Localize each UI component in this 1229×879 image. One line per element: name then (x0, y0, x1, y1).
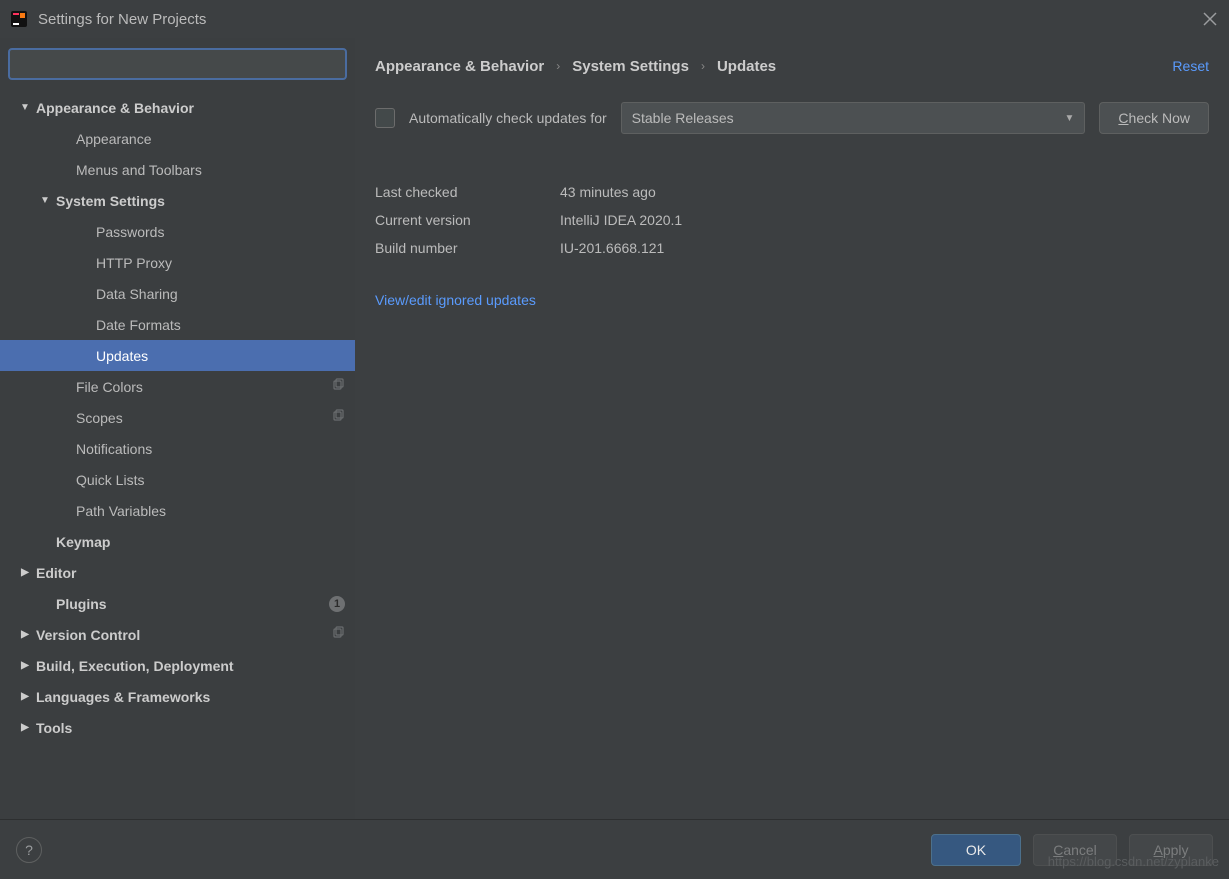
tree-item-file-colors[interactable]: File Colors (0, 371, 355, 402)
content-pane: Appearance & Behavior › System Settings … (355, 38, 1229, 819)
tree-item-label: Quick Lists (76, 472, 345, 488)
chevron-right-icon: › (701, 59, 705, 73)
help-button[interactable]: ? (16, 837, 42, 863)
tree-item-label: Menus and Toolbars (76, 162, 345, 178)
tree-item-label: Appearance & Behavior (36, 100, 345, 116)
tree-item-quick-lists[interactable]: Quick Lists (0, 464, 355, 495)
chevron-right-icon: ▶ (18, 660, 32, 671)
dialog-footer: ? OK Cancel Apply (0, 819, 1229, 879)
close-icon[interactable] (1201, 10, 1219, 28)
update-channel-select[interactable]: Stable Releases ▼ (621, 102, 1086, 134)
tree-item-label: Languages & Frameworks (36, 689, 345, 705)
tree-item-label: Tools (36, 720, 345, 736)
chevron-down-icon: ▼ (18, 102, 32, 113)
tree-item-build-execution-deployment[interactable]: ▶ Build, Execution, Deployment (0, 650, 355, 681)
tree-item-label: Editor (36, 565, 345, 581)
project-scope-icon (331, 378, 345, 395)
info-row: Last checked 43 minutes ago (375, 178, 1209, 206)
project-scope-icon (331, 626, 345, 643)
auto-check-label: Automatically check updates for (409, 110, 607, 126)
tree-item-label: Appearance (76, 131, 345, 147)
tree-item-menus-and-toolbars[interactable]: Menus and Toolbars (0, 154, 355, 185)
info-label: Last checked (375, 184, 560, 200)
tree-item-label: System Settings (56, 193, 345, 209)
tree-item-scopes[interactable]: Scopes (0, 402, 355, 433)
sidebar: ▾ ▼ Appearance & Behavior Appearance Menus … (0, 38, 355, 819)
tree-item-label: Date Formats (96, 317, 345, 333)
tree-item-languages-frameworks[interactable]: ▶ Languages & Frameworks (0, 681, 355, 712)
tree-item-label: Scopes (76, 410, 331, 426)
settings-tree: ▼ Appearance & Behavior Appearance Menus an… (0, 88, 355, 819)
chevron-right-icon: › (556, 59, 560, 73)
tree-item-label: Keymap (56, 534, 345, 550)
tree-item-plugins[interactable]: Plugins1 (0, 588, 355, 619)
titlebar: Settings for New Projects (0, 0, 1229, 38)
chevron-down-icon: ▼ (1065, 113, 1075, 124)
auto-check-checkbox[interactable] (375, 108, 395, 128)
apply-button[interactable]: Apply (1129, 834, 1213, 866)
window-title: Settings for New Projects (38, 11, 1201, 28)
tree-item-label: Version Control (36, 627, 331, 643)
ignored-updates-link[interactable]: View/edit ignored updates (375, 292, 1209, 308)
check-now-button[interactable]: Check Now (1099, 102, 1209, 134)
tree-item-label: Updates (96, 348, 345, 364)
tree-item-system-settings[interactable]: ▼ System Settings (0, 185, 355, 216)
tree-item-appearance[interactable]: Appearance (0, 123, 355, 154)
info-value: IU-201.6668.121 (560, 240, 664, 256)
tree-item-path-variables[interactable]: Path Variables (0, 495, 355, 526)
tree-item-label: Passwords (96, 224, 345, 240)
breadcrumb-item: Updates (717, 58, 776, 75)
chevron-right-icon: ▶ (18, 691, 32, 702)
breadcrumb-item[interactable]: Appearance & Behavior (375, 58, 544, 75)
update-count-badge: 1 (329, 596, 345, 612)
app-logo-icon (10, 10, 28, 28)
update-info-table: Last checked 43 minutes ago Current vers… (375, 178, 1209, 262)
tree-item-label: HTTP Proxy (96, 255, 345, 271)
info-row: Current version IntelliJ IDEA 2020.1 (375, 206, 1209, 234)
info-label: Current version (375, 212, 560, 228)
breadcrumb-item[interactable]: System Settings (572, 58, 689, 75)
tree-item-date-formats[interactable]: Date Formats (0, 309, 355, 340)
cancel-button[interactable]: Cancel (1033, 834, 1117, 866)
chevron-right-icon: ▶ (18, 629, 32, 640)
tree-item-label: Notifications (76, 441, 345, 457)
tree-item-label: File Colors (76, 379, 331, 395)
tree-item-editor[interactable]: ▶ Editor (0, 557, 355, 588)
tree-item-label: Path Variables (76, 503, 345, 519)
tree-item-version-control[interactable]: ▶ Version Control (0, 619, 355, 650)
reset-link[interactable]: Reset (1172, 58, 1209, 74)
question-icon: ? (25, 842, 33, 858)
info-label: Build number (375, 240, 560, 256)
tree-item-label: Plugins (56, 596, 329, 612)
tree-item-updates[interactable]: Updates (0, 340, 355, 371)
tree-item-appearance-behavior[interactable]: ▼ Appearance & Behavior (0, 92, 355, 123)
project-scope-icon (331, 409, 345, 426)
tree-item-keymap[interactable]: Keymap (0, 526, 355, 557)
tree-item-notifications[interactable]: Notifications (0, 433, 355, 464)
info-value: IntelliJ IDEA 2020.1 (560, 212, 682, 228)
info-value: 43 minutes ago (560, 184, 656, 200)
update-channel-value: Stable Releases (632, 110, 734, 126)
chevron-down-icon: ▼ (38, 195, 52, 206)
tree-item-passwords[interactable]: Passwords (0, 216, 355, 247)
tree-item-label: Build, Execution, Deployment (36, 658, 345, 674)
chevron-right-icon: ▶ (18, 567, 32, 578)
chevron-right-icon: ▶ (18, 722, 32, 733)
search-input[interactable] (8, 48, 347, 80)
tree-item-http-proxy[interactable]: HTTP Proxy (0, 247, 355, 278)
tree-item-tools[interactable]: ▶ Tools (0, 712, 355, 743)
tree-item-label: Data Sharing (96, 286, 345, 302)
ok-button[interactable]: OK (931, 834, 1021, 866)
tree-item-data-sharing[interactable]: Data Sharing (0, 278, 355, 309)
breadcrumb: Appearance & Behavior › System Settings … (375, 38, 1209, 94)
search-box: ▾ (8, 48, 347, 80)
info-row: Build number IU-201.6668.121 (375, 234, 1209, 262)
